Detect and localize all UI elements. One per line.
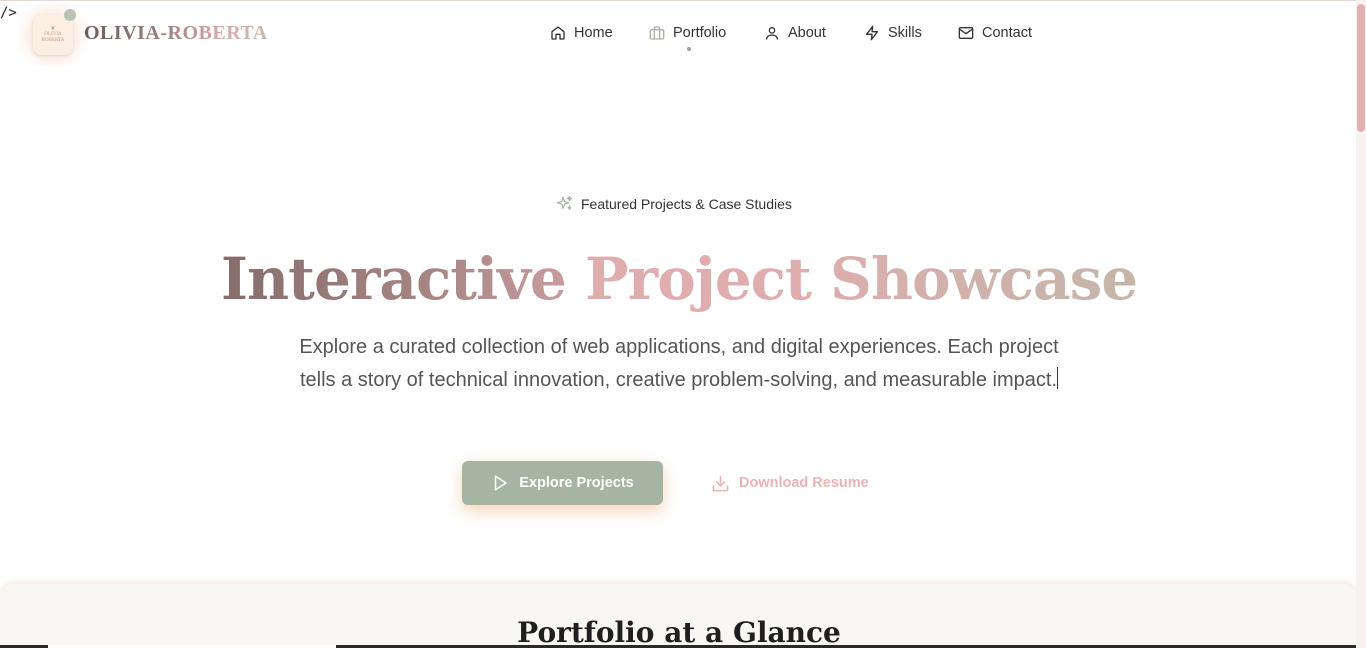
- lightning-icon: [866, 25, 878, 41]
- home-icon: [551, 26, 565, 40]
- download-resume-label: Download Resume: [739, 475, 869, 491]
- logo-text-bottom: ROBERTA: [41, 38, 65, 43]
- nav-label-about: About: [788, 25, 826, 41]
- briefcase-icon: [649, 26, 665, 40]
- nav-label-skills: Skills: [888, 25, 922, 41]
- vertical-scrollbar[interactable]: [1356, 0, 1366, 648]
- stray-markup-text: />: [0, 5, 17, 21]
- logo[interactable]: ❦ OLIVIA ROBERTA: [18, 4, 88, 66]
- text-caret: [1057, 366, 1059, 389]
- nav-item-portfolio[interactable]: Portfolio: [649, 22, 726, 44]
- site-header: ❦ OLIVIA ROBERTA OLIVIA-ROBERTA Home Por…: [0, 0, 1356, 66]
- featured-badge-label: Featured Projects & Case Studies: [581, 195, 792, 212]
- scrollbar-thumb[interactable]: [1357, 4, 1365, 132]
- hero-description-text: Explore a curated collection of web appl…: [299, 336, 1059, 391]
- hero-title: Interactive Project Showcase: [0, 240, 1358, 318]
- user-icon: [766, 27, 778, 40]
- nav-label-home: Home: [574, 25, 613, 41]
- nav-item-contact[interactable]: Contact: [958, 22, 1032, 44]
- explore-projects-label: Explore Projects: [519, 475, 634, 491]
- hero-title-part1: Interactive: [220, 245, 567, 313]
- nav-active-indicator: [687, 47, 691, 51]
- nav-item-about[interactable]: About: [764, 22, 826, 44]
- brand-name[interactable]: OLIVIA-ROBERTA: [84, 22, 268, 45]
- hero-title-part2: Project: [584, 245, 812, 313]
- play-icon: [495, 475, 508, 491]
- nav-label-portfolio: Portfolio: [673, 25, 727, 41]
- hero-description[interactable]: Explore a curated collection of web appl…: [295, 331, 1063, 396]
- status-dot: [64, 9, 76, 21]
- explore-projects-button[interactable]: Explore Projects: [462, 461, 663, 505]
- featured-badge: Featured Projects & Case Studies: [556, 195, 792, 212]
- glance-title: Portfolio at a Glance: [517, 616, 841, 648]
- sparkles-icon: [556, 195, 573, 210]
- download-icon: [712, 475, 729, 491]
- hero-title-part3: Showcase: [830, 245, 1138, 313]
- nav-label-contact: Contact: [982, 25, 1032, 41]
- nav-item-home[interactable]: Home: [550, 22, 613, 44]
- download-resume-button[interactable]: Download Resume: [711, 472, 869, 494]
- logo-tile: ❦ OLIVIA ROBERTA: [33, 15, 73, 55]
- mail-icon: [958, 27, 974, 39]
- page: ❦ OLIVIA ROBERTA OLIVIA-ROBERTA Home Por…: [0, 0, 1366, 648]
- nav-item-skills[interactable]: Skills: [864, 22, 922, 44]
